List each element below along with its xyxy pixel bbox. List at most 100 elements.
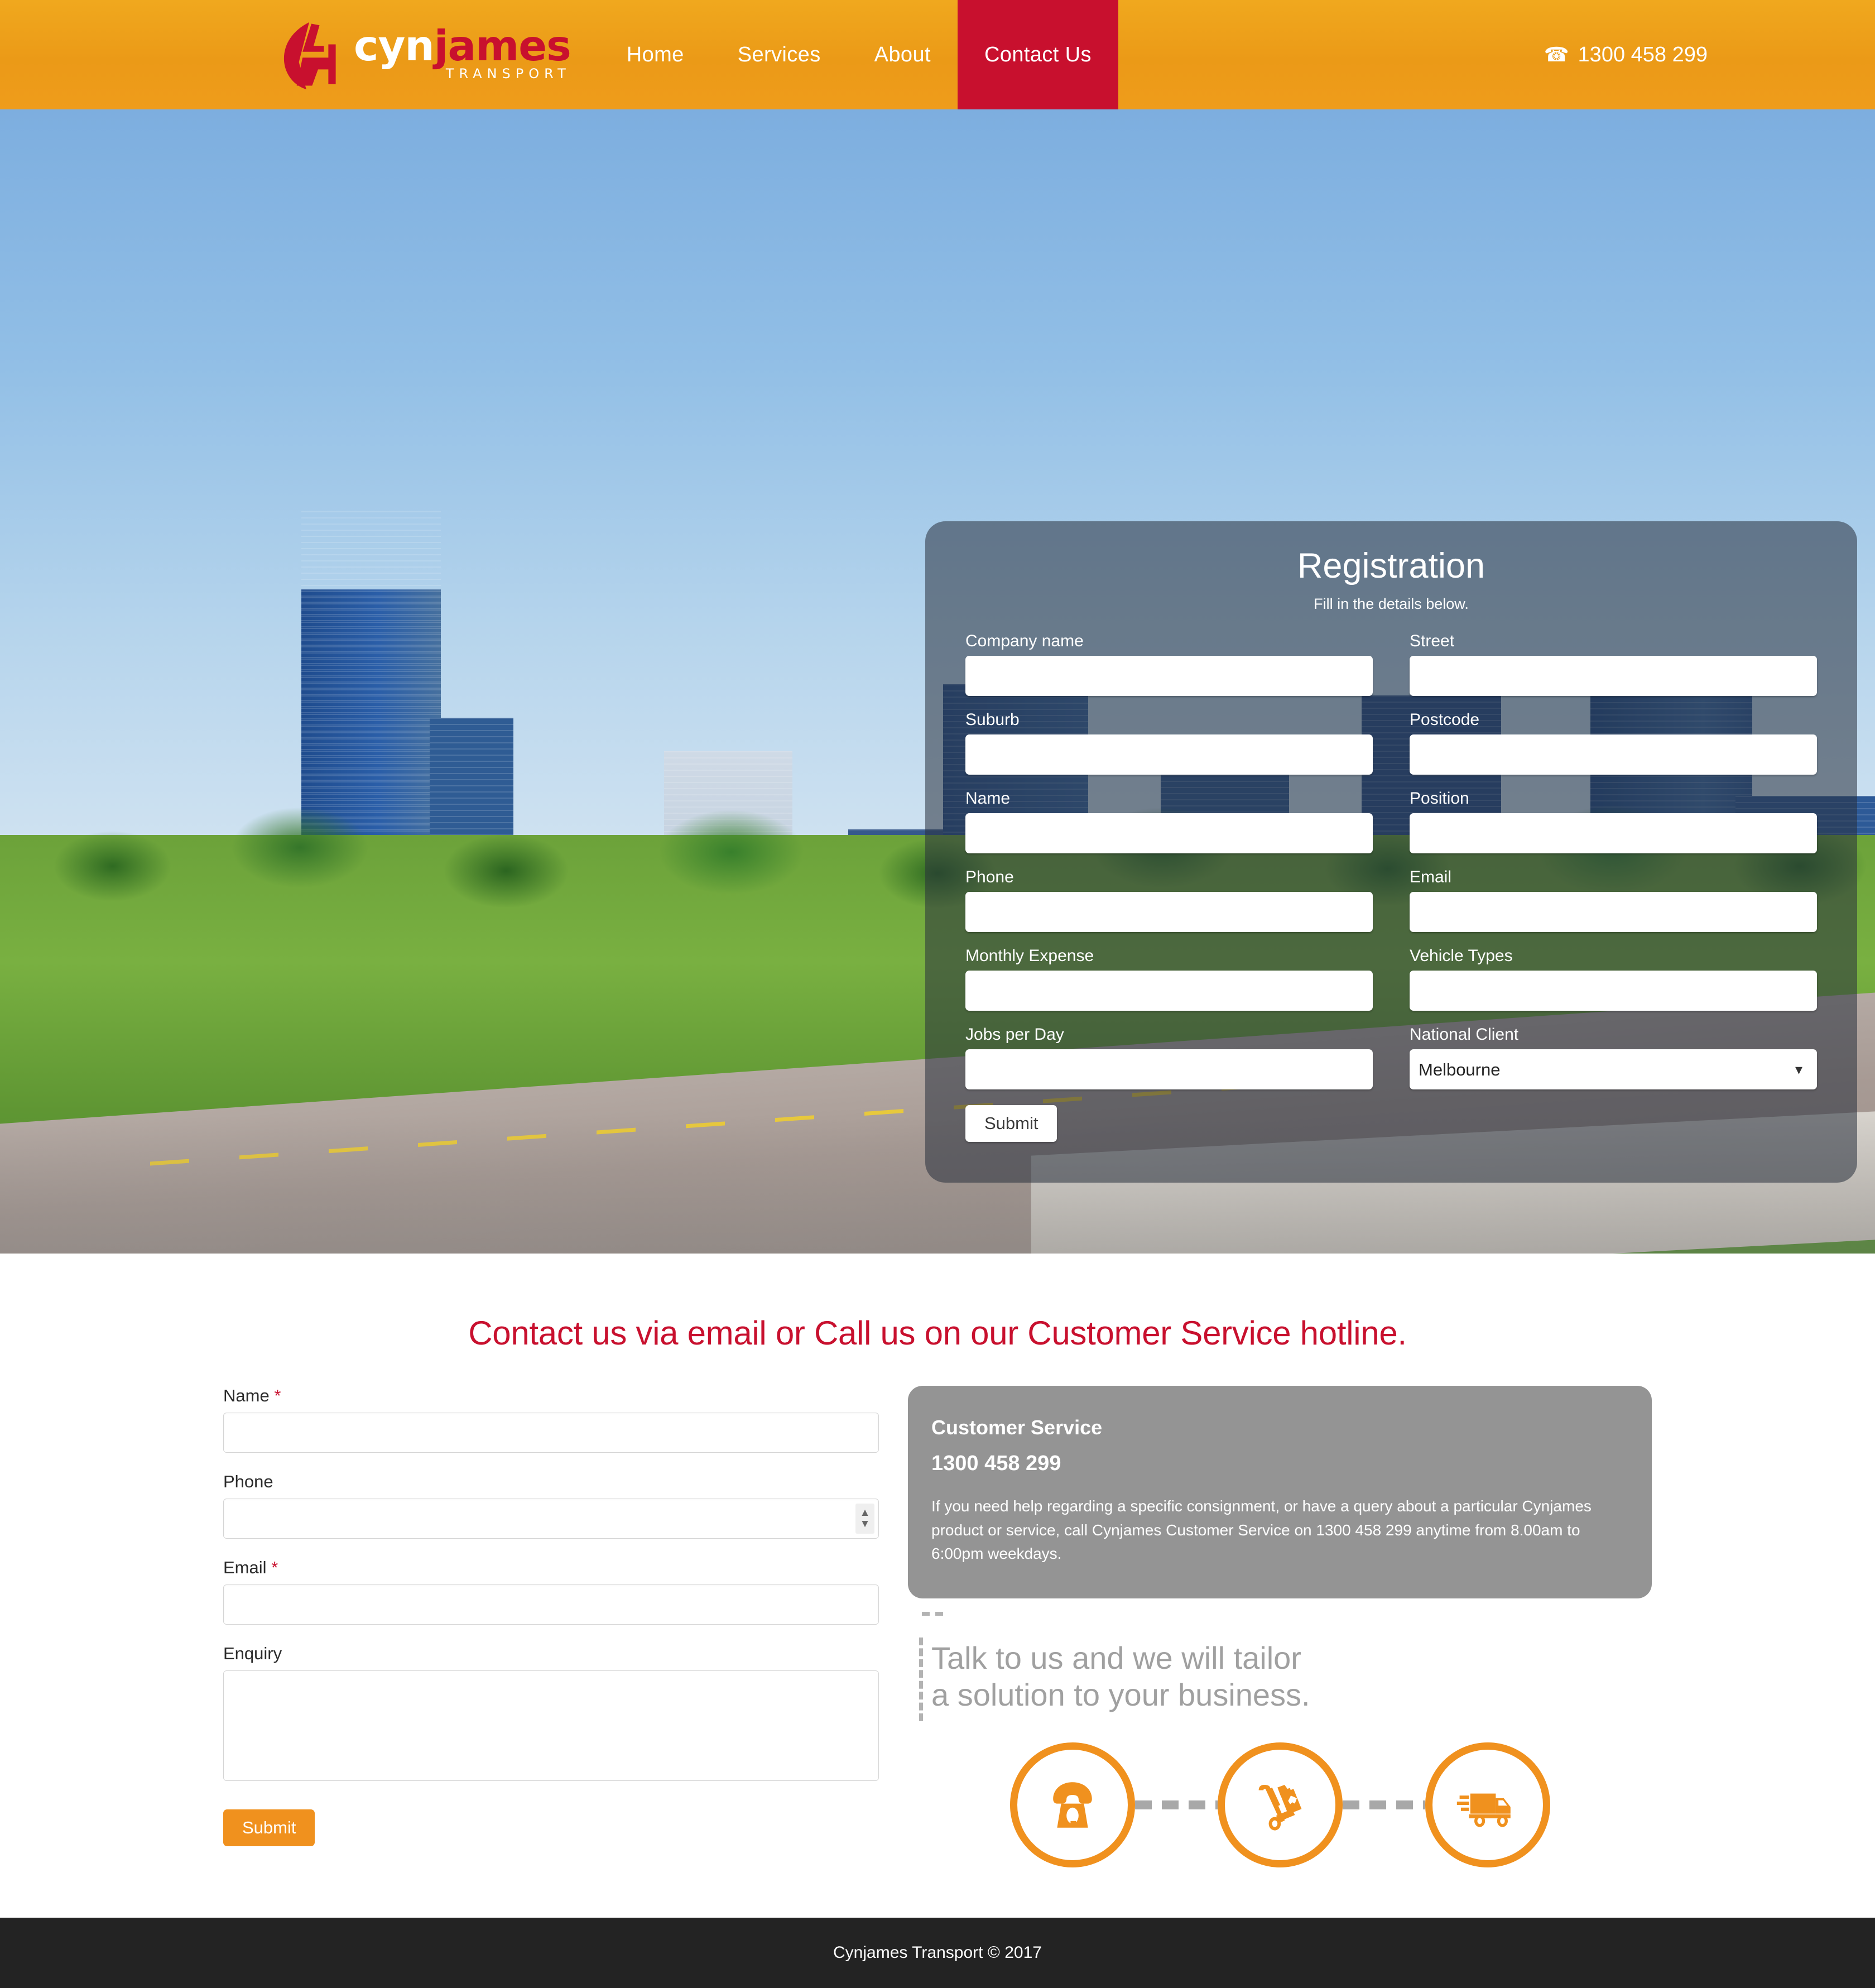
tagline-block: Talk to us and we will tailor a solution… bbox=[908, 1611, 1652, 1721]
logo-wordmark: cynjames bbox=[354, 25, 571, 66]
field-company-name: Company name bbox=[965, 632, 1373, 697]
header-phone-number: 1300 458 299 bbox=[1578, 42, 1708, 66]
company-name-input[interactable] bbox=[965, 656, 1373, 697]
registration-field-grid: Company name Street Suburb Postcode Name… bbox=[965, 632, 1817, 1142]
contact-aside: Customer Service 1300 458 299 If you nee… bbox=[908, 1386, 1652, 1867]
field-national-client: National Client Melbourne ▾ bbox=[1410, 1025, 1817, 1090]
site-logo[interactable]: cynjames TRANSPORT bbox=[277, 0, 571, 109]
field-vehicle-types: Vehicle Types bbox=[1410, 947, 1817, 1011]
registration-panel: Registration Fill in the details below. … bbox=[925, 521, 1857, 1183]
icon-connector-dashes-2 bbox=[1342, 1800, 1425, 1809]
field-label-company-name: Company name bbox=[965, 632, 1084, 651]
field-label-postcode: Postcode bbox=[1410, 710, 1480, 729]
national-client-select-wrap: Melbourne ▾ bbox=[1410, 1049, 1817, 1090]
stepper-up-icon[interactable]: ▲ bbox=[860, 1507, 871, 1519]
suburb-input[interactable] bbox=[965, 734, 1373, 775]
required-asterisk: * bbox=[274, 1386, 281, 1405]
nav-item-home[interactable]: Home bbox=[600, 0, 711, 109]
contact-label-enquiry: Enquiry bbox=[223, 1644, 282, 1663]
field-label-email: Email bbox=[1410, 868, 1452, 887]
postcode-input[interactable] bbox=[1410, 734, 1817, 775]
tagline-line-1: Talk to us and we will tailor bbox=[931, 1640, 1301, 1675]
field-label-monthly-expense: Monthly Expense bbox=[965, 947, 1094, 966]
phone-icon: ☎ bbox=[1544, 43, 1569, 66]
main-navigation: Home Services About Contact Us bbox=[600, 0, 1118, 109]
footer-copyright: Cynjames Transport © 2017 bbox=[833, 1943, 1042, 1962]
number-stepper-icon[interactable]: ▲ ▼ bbox=[855, 1504, 874, 1534]
contact-label-name-text: Name bbox=[223, 1386, 270, 1405]
cynjames-arrow-logo-icon bbox=[283, 22, 336, 90]
street-input[interactable] bbox=[1410, 656, 1817, 697]
field-label-position: Position bbox=[1410, 789, 1469, 808]
nav-item-about[interactable]: About bbox=[848, 0, 958, 109]
vehicle-types-input[interactable] bbox=[1410, 971, 1817, 1011]
contact-body: Name * Phone ▲ ▼ Email * Enquiry Submit … bbox=[223, 1386, 1652, 1867]
contact-field-enquiry: Enquiry bbox=[223, 1644, 879, 1784]
customer-service-description: If you need help regarding a specific co… bbox=[931, 1497, 1592, 1563]
stepper-down-icon[interactable]: ▼ bbox=[860, 1519, 871, 1530]
contact-field-name: Name * bbox=[223, 1386, 879, 1453]
field-label-suburb: Suburb bbox=[965, 710, 1020, 729]
customer-service-card: Customer Service 1300 458 299 If you nee… bbox=[908, 1386, 1652, 1598]
contact-label-email-text: Email bbox=[223, 1558, 267, 1577]
name-input[interactable] bbox=[965, 813, 1373, 854]
contact-name-input[interactable] bbox=[223, 1413, 879, 1453]
dashed-bracket-top bbox=[922, 1611, 948, 1616]
field-label-vehicle-types: Vehicle Types bbox=[1410, 947, 1513, 966]
field-phone: Phone bbox=[965, 868, 1373, 933]
registration-submit-button[interactable]: Submit bbox=[965, 1105, 1057, 1142]
registration-submit-cell: Submit bbox=[965, 1104, 1373, 1142]
monthly-expense-input[interactable] bbox=[965, 971, 1373, 1011]
nav-item-services[interactable]: Services bbox=[711, 0, 848, 109]
contact-section: Contact us via email or Call us on our C… bbox=[0, 1254, 1875, 1867]
registration-subtitle: Fill in the details below. bbox=[1314, 596, 1469, 613]
phone-input[interactable] bbox=[965, 892, 1373, 933]
field-label-name: Name bbox=[965, 789, 1011, 808]
hand-truck-package-icon-circle bbox=[1217, 1742, 1343, 1867]
field-label-street: Street bbox=[1410, 632, 1455, 651]
contact-phone-input[interactable] bbox=[223, 1499, 879, 1539]
dashed-bracket-decoration bbox=[919, 1611, 948, 1721]
contact-field-email: Email * bbox=[223, 1558, 879, 1625]
hand-truck-package-icon bbox=[1258, 1779, 1301, 1831]
field-position: Position bbox=[1410, 789, 1817, 854]
contact-submit-button[interactable]: Submit bbox=[223, 1809, 315, 1846]
delivery-truck-icon bbox=[1456, 1793, 1511, 1827]
process-icon-row bbox=[908, 1742, 1652, 1867]
registration-title: Registration bbox=[1297, 546, 1485, 585]
field-email: Email bbox=[1410, 868, 1817, 933]
rotary-phone-icon-circle bbox=[1009, 1742, 1135, 1867]
field-label-jobs-per-day: Jobs per Day bbox=[965, 1025, 1064, 1044]
contact-heading: Contact us via email or Call us on our C… bbox=[468, 1314, 1407, 1352]
email-input[interactable] bbox=[1410, 892, 1817, 933]
field-jobs-per-day: Jobs per Day bbox=[965, 1025, 1373, 1090]
field-suburb: Suburb bbox=[965, 710, 1373, 775]
logo-subtitle: TRANSPORT bbox=[445, 66, 571, 82]
delivery-truck-icon-circle bbox=[1425, 1742, 1550, 1867]
site-footer: Cynjames Transport © 2017 bbox=[0, 1918, 1875, 1988]
contact-label-phone: Phone bbox=[223, 1472, 273, 1491]
header-phone-link[interactable]: ☎ 1300 458 299 bbox=[1544, 0, 1708, 109]
contact-field-phone: Phone ▲ ▼ bbox=[223, 1472, 879, 1539]
field-street: Street bbox=[1410, 632, 1817, 697]
contact-enquiry-textarea[interactable] bbox=[223, 1670, 879, 1781]
logo-word-cyn: cyn bbox=[354, 21, 435, 70]
jobs-per-day-input[interactable] bbox=[965, 1049, 1373, 1090]
contact-enquiry-form: Name * Phone ▲ ▼ Email * Enquiry Submit bbox=[223, 1386, 879, 1867]
icon-connector-dashes-1 bbox=[1134, 1800, 1218, 1809]
contact-email-input[interactable] bbox=[223, 1584, 879, 1625]
field-monthly-expense: Monthly Expense bbox=[965, 947, 1373, 1011]
field-label-national-client: National Client bbox=[1410, 1025, 1519, 1044]
field-name: Name bbox=[965, 789, 1373, 854]
field-label-phone: Phone bbox=[965, 868, 1014, 887]
rotary-phone-icon bbox=[1052, 1781, 1092, 1828]
contact-label-email: Email * bbox=[223, 1558, 879, 1578]
site-header: cynjames TRANSPORT Home Services About C… bbox=[0, 0, 1875, 109]
national-client-select[interactable]: Melbourne bbox=[1410, 1049, 1817, 1090]
nav-item-contact-us[interactable]: Contact Us bbox=[957, 0, 1118, 109]
position-input[interactable] bbox=[1410, 813, 1817, 854]
hero-section: Registration Fill in the details below. … bbox=[0, 109, 1875, 1254]
logo-word-james: james bbox=[434, 21, 571, 70]
field-postcode: Postcode bbox=[1410, 710, 1817, 775]
registration-empty-cell bbox=[1410, 1104, 1817, 1142]
